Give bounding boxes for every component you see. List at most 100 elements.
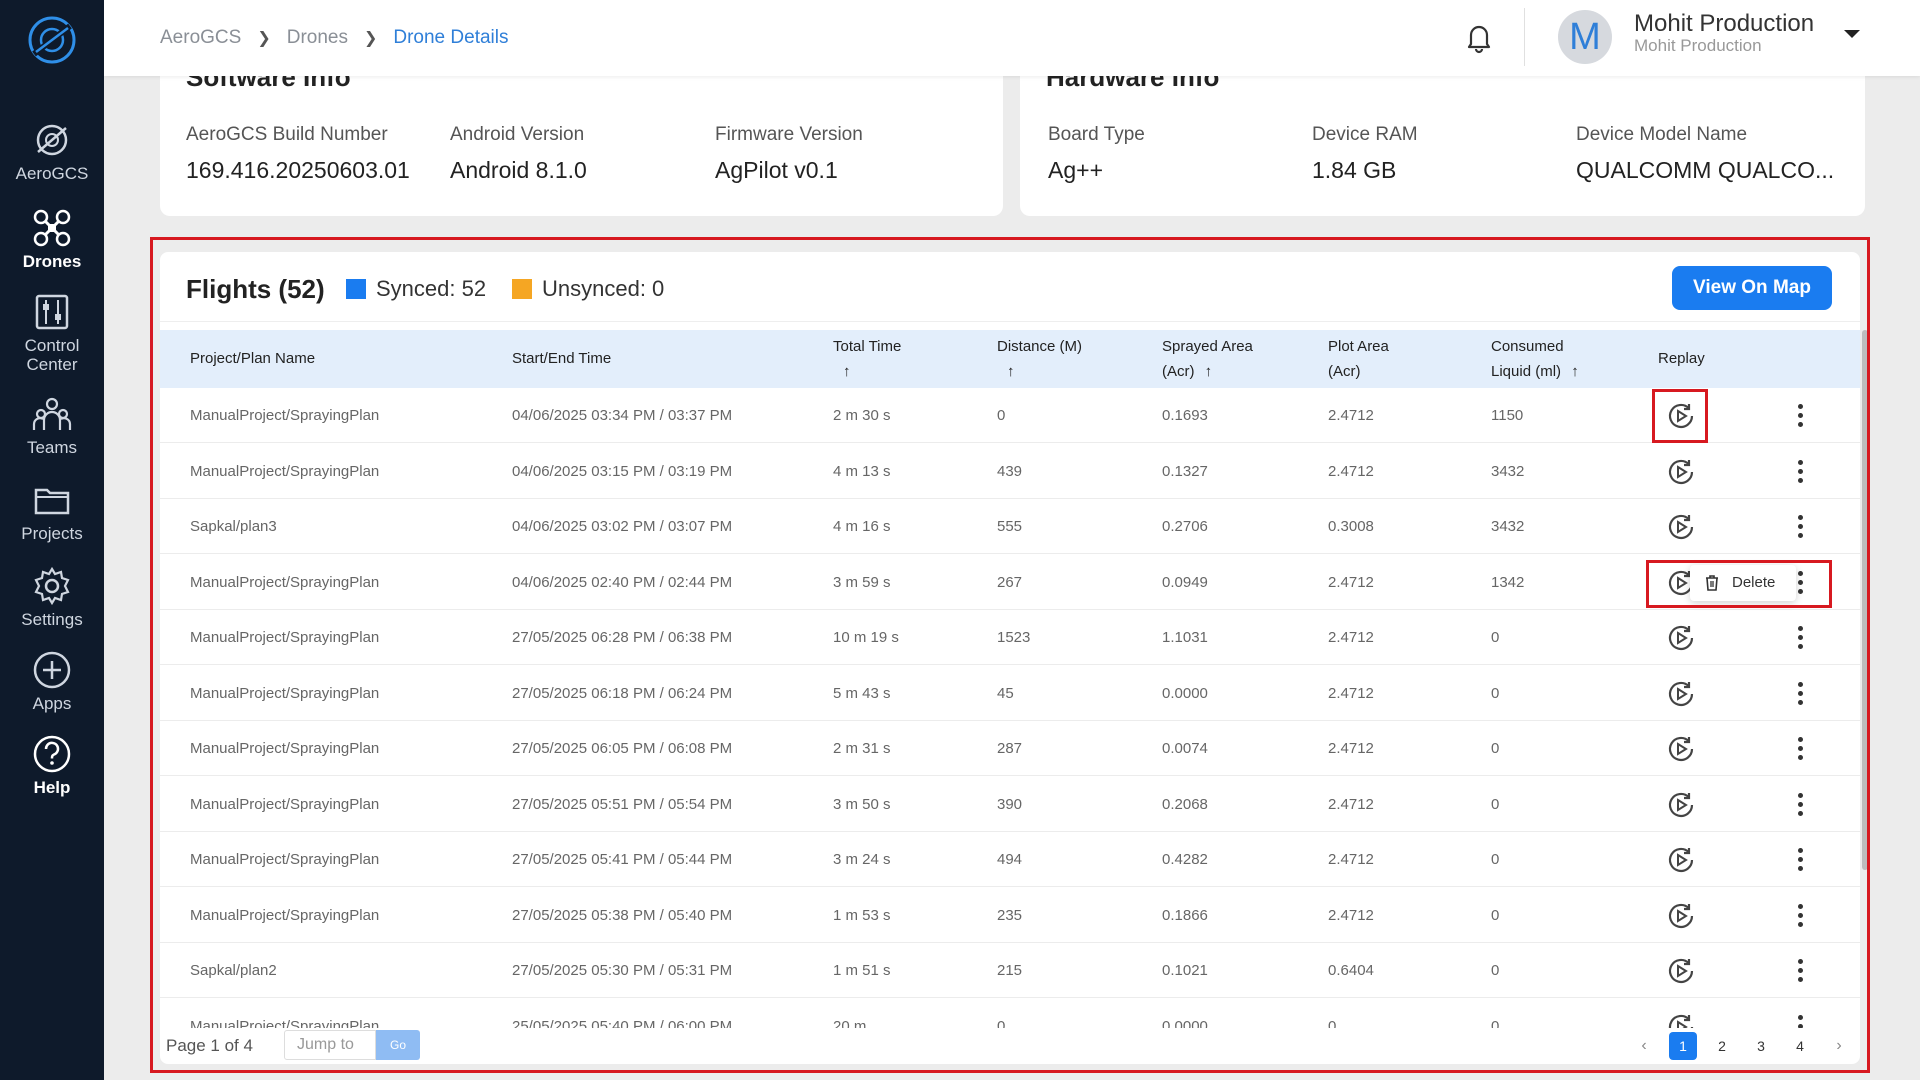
cell-plot: 2.4712 bbox=[1328, 906, 1374, 924]
sidebar-item-apps[interactable]: Apps bbox=[0, 650, 104, 713]
sort-arrow-up-icon[interactable]: ↑ bbox=[1007, 359, 1015, 384]
go-button[interactable]: Go bbox=[376, 1030, 420, 1060]
sort-arrow-up-icon[interactable]: ↑ bbox=[1571, 359, 1579, 384]
col-total-label: Total Time bbox=[833, 338, 902, 355]
flights-title: Flights (52) bbox=[186, 274, 325, 304]
col-time: Start/End Time bbox=[512, 350, 612, 367]
table-row[interactable]: ManualProject/SprayingPlan 27/05/2025 06:… bbox=[160, 721, 1860, 776]
page-button-3[interactable]: 3 bbox=[1747, 1032, 1775, 1060]
breadcrumb-drones[interactable]: Drones bbox=[287, 27, 348, 49]
cell-plot: 2.4712 bbox=[1328, 407, 1374, 424]
page-info: Page 1 of 4 bbox=[166, 1036, 253, 1055]
table-scrollbar[interactable] bbox=[1862, 330, 1868, 870]
more-vertical-icon[interactable] bbox=[1796, 570, 1804, 595]
sidebar-item-drones[interactable]: Drones bbox=[0, 208, 104, 271]
replay-icon[interactable] bbox=[1666, 845, 1696, 875]
pagination: ‹ 1 2 3 4 › bbox=[1630, 1032, 1864, 1060]
more-vertical-icon[interactable] bbox=[1796, 515, 1804, 539]
sidebar-item-aerogcs[interactable]: AeroGCS bbox=[0, 120, 104, 183]
cell-plot: 2.4712 bbox=[1328, 795, 1374, 813]
replay-icon[interactable] bbox=[1666, 457, 1696, 487]
table-row[interactable]: ManualProject/SprayingPlan 25/05/2025 05:… bbox=[160, 999, 1860, 1029]
table-row[interactable]: ManualProject/SprayingPlan 27/05/2025 05:… bbox=[160, 888, 1860, 943]
table-footer: Page 1 of 4 Jump to Go ‹ 1 2 3 4 › bbox=[160, 1028, 1860, 1064]
user-name[interactable]: Mohit Production bbox=[1634, 10, 1814, 38]
replay-icon[interactable] bbox=[1666, 790, 1696, 820]
breadcrumb-aerogcs[interactable]: AeroGCS bbox=[160, 27, 241, 49]
page-button-1[interactable]: 1 bbox=[1669, 1032, 1697, 1060]
table-row[interactable]: ManualProject/SprayingPlan 04/06/2025 03:… bbox=[160, 388, 1860, 443]
cell-sprayed: 0.0000 bbox=[1162, 1017, 1208, 1029]
replay-icon[interactable] bbox=[1666, 401, 1696, 431]
cell-project: ManualProject/SprayingPlan bbox=[190, 684, 380, 702]
cell-total: 4 m 16 s bbox=[833, 518, 891, 535]
bell-icon[interactable] bbox=[1462, 20, 1496, 54]
header-divider bbox=[1524, 8, 1525, 66]
replay-icon[interactable] bbox=[1666, 956, 1696, 986]
more-vertical-icon[interactable] bbox=[1796, 959, 1804, 983]
col-total-time[interactable]: Total Time ↑ bbox=[833, 334, 901, 384]
replay-icon[interactable] bbox=[1666, 1012, 1696, 1029]
more-vertical-icon[interactable] bbox=[1796, 1014, 1804, 1028]
table-row[interactable]: ManualProject/SprayingPlan 27/05/2025 06:… bbox=[160, 610, 1860, 665]
app-logo[interactable] bbox=[26, 14, 78, 66]
col-sprayed[interactable]: Sprayed Area (Acr) ↑ bbox=[1162, 334, 1253, 384]
col-replay: Replay bbox=[1658, 350, 1705, 367]
sidebar-item-label: Apps bbox=[32, 694, 72, 713]
unsynced-legend: Unsynced: 0 bbox=[512, 276, 664, 302]
more-vertical-icon[interactable] bbox=[1796, 459, 1804, 484]
chevron-down-icon[interactable] bbox=[1844, 30, 1860, 38]
sort-arrow-up-icon[interactable]: ↑ bbox=[1205, 359, 1213, 384]
more-vertical-icon[interactable] bbox=[1796, 792, 1804, 817]
sidebar-item-teams[interactable]: Teams bbox=[0, 394, 104, 457]
cell-sprayed: 0.1693 bbox=[1162, 407, 1208, 424]
view-on-map-button[interactable]: View On Map bbox=[1672, 266, 1832, 310]
page-button-2[interactable]: 2 bbox=[1708, 1032, 1736, 1060]
table-row[interactable]: ManualProject/SprayingPlan 27/05/2025 05:… bbox=[160, 832, 1860, 887]
chevron-right-icon[interactable]: › bbox=[1825, 1032, 1853, 1060]
more-vertical-icon[interactable] bbox=[1796, 903, 1804, 928]
delete-menu-item[interactable]: Delete bbox=[1690, 564, 1796, 601]
replay-icon[interactable] bbox=[1666, 734, 1696, 764]
replay-icon[interactable] bbox=[1666, 623, 1696, 653]
more-vertical-icon[interactable] bbox=[1796, 737, 1804, 761]
chevron-left-icon[interactable]: ‹ bbox=[1630, 1032, 1658, 1060]
page-button-4[interactable]: 4 bbox=[1786, 1032, 1814, 1060]
sidebar-item-help[interactable]: Help bbox=[0, 734, 104, 797]
replay-icon[interactable] bbox=[1666, 679, 1696, 709]
col-consumed[interactable]: Consumed Liquid (ml) ↑ bbox=[1491, 334, 1579, 384]
cell-sprayed: 0.0949 bbox=[1162, 573, 1208, 591]
table-row[interactable]: ManualProject/SprayingPlan 04/06/2025 02:… bbox=[160, 555, 1860, 610]
col-distance[interactable]: Distance (M) ↑ bbox=[997, 334, 1082, 384]
table-row[interactable]: ManualProject/SprayingPlan 27/05/2025 06:… bbox=[160, 666, 1860, 721]
trash-icon bbox=[1706, 574, 1718, 591]
table-row[interactable]: ManualProject/SprayingPlan 27/05/2025 05:… bbox=[160, 777, 1860, 832]
table-row[interactable]: Sapkal/plan2 27/05/2025 05:30 PM / 05:31 … bbox=[160, 943, 1860, 998]
cell-project: ManualProject/SprayingPlan bbox=[190, 1017, 380, 1029]
more-vertical-icon[interactable] bbox=[1796, 848, 1804, 872]
table-header: Project/Plan Name Start/End Time Total T… bbox=[160, 330, 1860, 388]
android-version-field: Android Version Android 8.1.0 bbox=[450, 124, 587, 184]
more-vertical-icon[interactable] bbox=[1796, 626, 1804, 650]
replay-icon[interactable] bbox=[1666, 901, 1696, 931]
sidebar-item-label: Help bbox=[33, 778, 71, 797]
table-row[interactable]: Sapkal/plan3 04/06/2025 03:02 PM / 03:07 … bbox=[160, 499, 1860, 554]
col-distance-label: Distance (M) bbox=[997, 338, 1083, 355]
sidebar-item-projects[interactable]: Projects bbox=[0, 480, 104, 543]
col-plot: Plot Area (Acr) bbox=[1328, 334, 1389, 384]
cell-project: ManualProject/SprayingPlan bbox=[190, 629, 380, 646]
replay-icon[interactable] bbox=[1666, 512, 1696, 542]
more-vertical-icon[interactable] bbox=[1796, 681, 1804, 706]
avatar[interactable]: M bbox=[1558, 10, 1612, 64]
sidebar-item-label: AeroGCS bbox=[15, 164, 89, 183]
cell-project: ManualProject/SprayingPlan bbox=[190, 906, 380, 924]
field-label: Android Version bbox=[450, 124, 585, 145]
jump-to-input[interactable]: Jump to bbox=[284, 1030, 376, 1060]
cell-plot: 0.6404 bbox=[1328, 962, 1374, 979]
more-vertical-icon[interactable] bbox=[1796, 404, 1804, 428]
sidebar-item-settings[interactable]: Settings bbox=[0, 566, 104, 629]
table-row[interactable]: ManualProject/SprayingPlan 04/06/2025 03:… bbox=[160, 444, 1860, 499]
sidebar-item-control-center[interactable]: Control Center bbox=[0, 292, 104, 374]
sort-arrow-up-icon[interactable]: ↑ bbox=[843, 359, 851, 384]
field-label: Firmware Version bbox=[715, 124, 863, 145]
